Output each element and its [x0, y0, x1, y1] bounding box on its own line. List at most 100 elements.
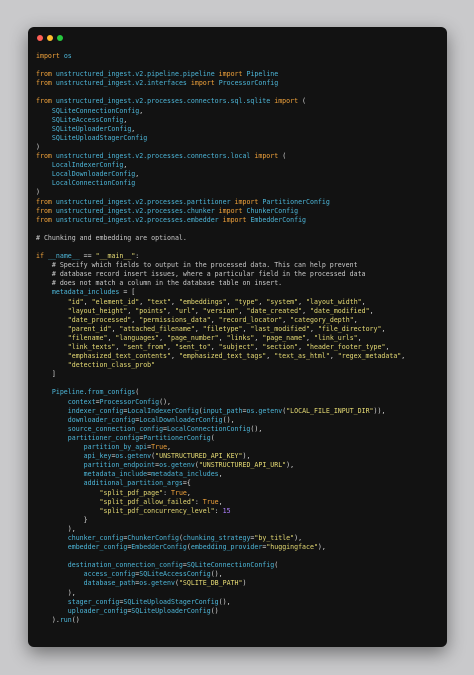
code-token: ,	[218, 497, 223, 506]
code-token: ,	[131, 124, 136, 133]
code-token: "split_pdf_allow_failed"	[99, 497, 195, 506]
code-token: "date_created"	[246, 306, 303, 315]
code-token: (),	[222, 415, 235, 424]
code-line: SQLiteUploaderConfig,	[36, 125, 443, 134]
code-token: import	[254, 152, 279, 161]
code-line: "layout_height", "points", "url", "versi…	[36, 307, 443, 316]
code-token: ,	[306, 333, 314, 342]
code-token: from	[36, 197, 52, 206]
code-line: )	[36, 143, 443, 152]
code-token: "date_modified"	[310, 306, 370, 315]
code-token: "emphasized_text_tags"	[178, 352, 267, 361]
code-token: True	[202, 497, 219, 506]
code-line: database_path=os.getenv("SQLITE_DB_PATH"…	[36, 579, 443, 588]
code-line: from unstructured_ingest.v2.processes.co…	[36, 152, 443, 161]
code-token: :	[194, 497, 203, 506]
code-token: ProcessorConfig	[218, 79, 279, 88]
code-token: LocalDownloaderConfig	[139, 415, 223, 424]
code-token: ()	[71, 615, 80, 624]
code-token: source_connection_config	[67, 424, 164, 433]
code-line: Pipeline.from_configs(	[36, 388, 443, 397]
code-token: (),	[159, 397, 172, 406]
code-token: ),	[36, 524, 76, 533]
code-line: downloader_config=LocalDownloaderConfig(…	[36, 416, 443, 425]
code-token: ),	[286, 461, 295, 470]
code-token: metadata_include	[83, 470, 148, 479]
code-token: chunking_strategy	[182, 533, 251, 542]
code-token: "url"	[174, 306, 195, 315]
code-token: metadata_includes	[151, 470, 219, 479]
code-token: ,	[298, 343, 307, 351]
code-token: )	[36, 188, 40, 197]
code-token: "link_texts"	[67, 343, 116, 351]
code-line: "detection_class_prob"	[36, 361, 443, 370]
code-token: ,	[170, 352, 179, 361]
code-line: LocalIndexerConfig,	[36, 161, 443, 170]
code-token: # does not match a column in the databas…	[51, 279, 283, 288]
code-window: import os from unstructured_ingest.v2.pi…	[28, 27, 447, 647]
code-token: ,	[357, 333, 362, 342]
code-token: ,	[218, 333, 227, 342]
close-window-button[interactable]	[37, 35, 43, 41]
code-token: "split_pdf_concurrency_level"	[99, 506, 215, 515]
maximize-window-button[interactable]	[57, 35, 63, 41]
code-token: (	[135, 388, 140, 397]
code-token: unstructured_ingest.v2.processes.embedde…	[55, 215, 219, 224]
code-token: EmbedderConfig	[131, 543, 187, 552]
code-token: unstructured_ingest.v2.processes.partiti…	[55, 197, 231, 206]
code-line: access_config=SQLiteAccessConfig(),	[36, 570, 443, 579]
code-token: SQLiteUploaderConfig	[51, 124, 132, 133]
code-token: # Specify which fields to output in the …	[51, 261, 358, 270]
code-token: Pipeline.from_configs	[51, 388, 136, 397]
code-token: "links"	[226, 333, 255, 342]
code-token: (	[210, 433, 215, 442]
code-token: input_path	[202, 406, 243, 415]
code-line: SQLiteAccessConfig,	[36, 116, 443, 125]
code-token: "regex_metadata"	[337, 352, 402, 361]
code-token: import	[274, 97, 299, 106]
code-token: "version"	[202, 306, 239, 315]
code-token: ,	[194, 324, 203, 333]
code-token: unstructured_ingest.v2.processes.connect…	[55, 97, 271, 106]
code-token: "element_id"	[91, 297, 140, 306]
code-token: ,	[135, 170, 140, 179]
code-token: "huggingface"	[266, 543, 318, 552]
code-token: PartitionerConfig	[262, 197, 330, 206]
code-token: os.getenv	[246, 406, 283, 415]
code-token: "date_processed"	[67, 315, 132, 324]
code-line: # database record insert issues, where a…	[36, 270, 443, 279]
code-token: "record_locator"	[218, 315, 283, 324]
code-token: partition_endpoint	[83, 461, 156, 470]
code-token: metadata_includes	[51, 288, 120, 297]
code-line: partition_by_api=True,	[36, 443, 443, 452]
code-token: ,	[329, 352, 338, 361]
code-token: "text_as_html"	[274, 352, 330, 361]
code-token: database_path	[83, 579, 136, 588]
code-token: SQLiteConnectionConfig	[186, 561, 275, 570]
code-token: )),	[373, 406, 386, 415]
minimize-window-button[interactable]	[47, 35, 53, 41]
code-line: destination_connection_config=SQLiteConn…	[36, 561, 443, 570]
code-token: "last_modified"	[250, 324, 310, 333]
code-token: partitioner_config	[67, 433, 140, 442]
code-line: # Chunking and embedding are optional.	[36, 234, 443, 243]
code-token: ,	[361, 297, 366, 306]
code-token: from	[36, 215, 52, 224]
code-line: stager_config=SQLiteUploadStagerConfig()…	[36, 598, 443, 607]
